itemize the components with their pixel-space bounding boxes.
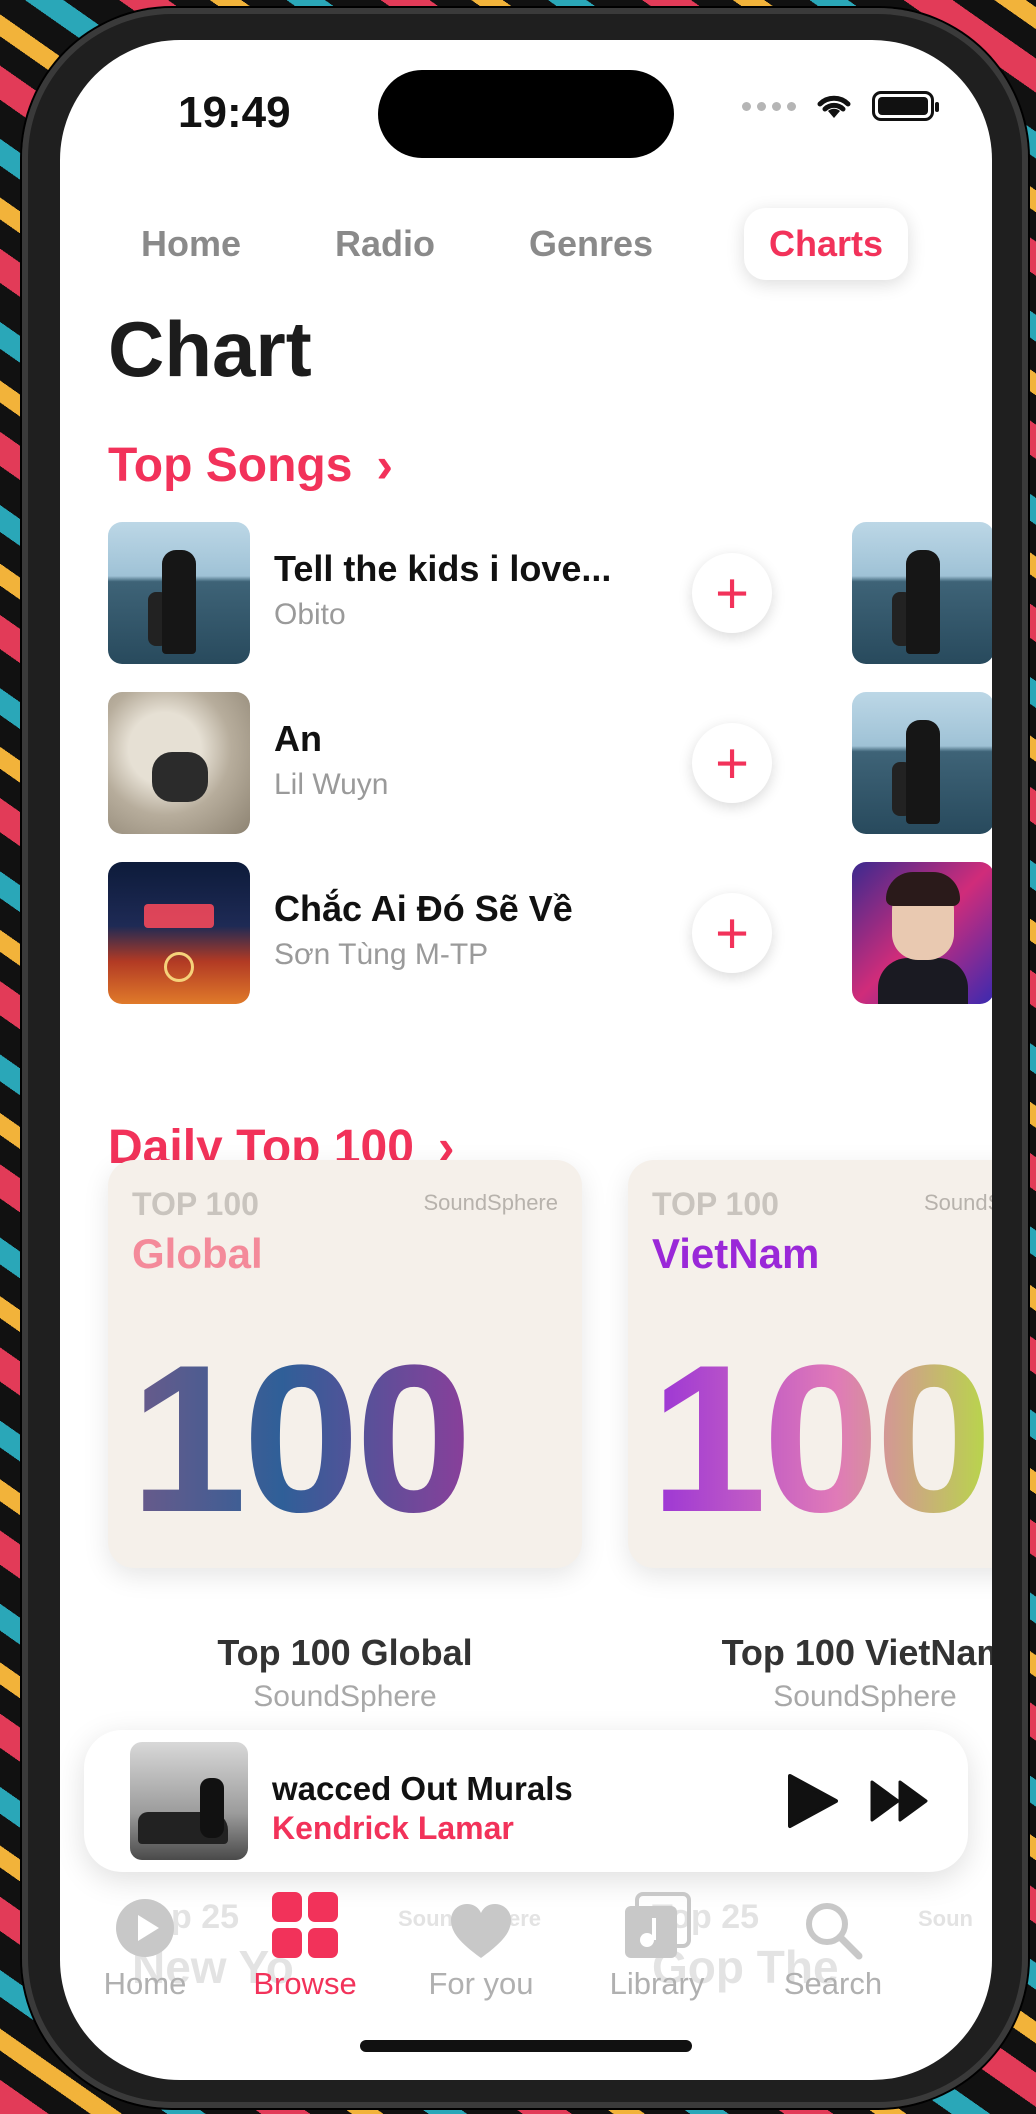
signal-icon xyxy=(742,101,796,111)
song-artist: Obito xyxy=(274,598,346,631)
battery-icon xyxy=(872,91,939,121)
tab-bar: Home Browse For you Library Search xyxy=(60,1882,992,2032)
tab-home[interactable]: Home xyxy=(116,208,266,280)
card-caption-subtitle: SoundSphere xyxy=(773,1680,957,1713)
home-indicator xyxy=(360,2040,692,2052)
play-circle-icon xyxy=(116,1899,174,1957)
play-icon[interactable] xyxy=(784,1772,840,1830)
top100-vietnam-card[interactable]: TOP 100 SoundSphere VietNam 100 xyxy=(628,1160,992,1568)
plus-icon: + xyxy=(715,560,749,626)
card-kicker: TOP 100 xyxy=(132,1186,259,1222)
card-brand: SoundSphere xyxy=(423,1190,558,1215)
tab-radio[interactable]: Radio xyxy=(310,208,460,280)
library-icon xyxy=(625,1892,691,1958)
page-title: Chart xyxy=(108,305,312,393)
song-artist: Lil Wuyn xyxy=(274,768,389,801)
card-caption-title: Top 100 VietNam xyxy=(721,1632,992,1673)
tabbar-label: Home xyxy=(103,1966,187,2001)
top-tabs: Home Radio Genres Charts xyxy=(60,208,992,280)
tabbar-label: For you xyxy=(428,1966,534,2001)
tabbar-label: Search xyxy=(783,1966,883,2001)
screen: 19:49 Home Radio Genres Charts Chart Top… xyxy=(60,40,992,2080)
dynamic-island xyxy=(378,70,674,158)
heart-icon xyxy=(451,1904,511,1958)
grid-icon xyxy=(272,1892,338,1958)
next-column-album-art[interactable] xyxy=(852,862,992,1004)
card-number: 100 xyxy=(130,1321,472,1556)
card-number: 100 xyxy=(650,1321,992,1556)
mini-player-title: wacced Out Murals xyxy=(272,1770,573,1807)
top100-global-card[interactable]: TOP 100 SoundSphere Global 100 xyxy=(108,1160,582,1568)
card-region: VietNam xyxy=(652,1230,820,1277)
album-art xyxy=(108,692,250,834)
tabbar-label: Browse xyxy=(253,1966,357,2001)
song-row[interactable]: Tell the kids i love... Obito + xyxy=(108,522,948,664)
plus-icon: + xyxy=(715,900,749,966)
fast-forward-icon[interactable] xyxy=(870,1778,930,1824)
tab-genres[interactable]: Genres xyxy=(506,208,676,280)
plus-icon: + xyxy=(715,730,749,796)
album-art xyxy=(108,862,250,1004)
top-songs-header[interactable]: Top Songs › xyxy=(108,436,393,494)
top-songs-title: Top Songs xyxy=(108,438,353,492)
card-caption-title: Top 100 Global xyxy=(217,1632,473,1673)
tabbar-browse[interactable]: Browse xyxy=(220,1882,390,2002)
card-brand: SoundSphere xyxy=(924,1190,992,1215)
next-column-album-art[interactable] xyxy=(852,692,992,834)
song-title: Tell the kids i love... xyxy=(274,548,612,589)
next-column-album-art[interactable] xyxy=(852,522,992,664)
add-button[interactable]: + xyxy=(692,893,772,973)
chevron-right-icon: › xyxy=(376,437,394,493)
tabbar-label: Library xyxy=(609,1966,705,2001)
add-button[interactable]: + xyxy=(692,723,772,803)
album-art xyxy=(108,522,250,664)
mini-player-artist: Kendrick Lamar xyxy=(272,1810,514,1846)
status-icons xyxy=(742,90,939,122)
status-time: 19:49 xyxy=(178,88,291,137)
tabbar-for-you[interactable]: For you xyxy=(396,1882,566,2002)
song-artist: Sơn Tùng M-TP xyxy=(274,938,489,971)
tab-charts[interactable]: Charts xyxy=(744,208,908,280)
card-caption: Top 100 Global SoundSphere xyxy=(108,1632,582,1714)
song-row[interactable]: Chắc Ai Đó Sẽ Về Sơn Tùng M-TP + xyxy=(108,862,948,1004)
card-region: Global xyxy=(132,1230,263,1277)
wifi-icon xyxy=(817,95,851,118)
song-title: Chắc Ai Đó Sẽ Về xyxy=(274,888,573,929)
song-row[interactable]: An Lil Wuyn + xyxy=(108,692,948,834)
song-title: An xyxy=(274,718,322,759)
add-button[interactable]: + xyxy=(692,553,772,633)
mini-player-art xyxy=(130,1742,248,1860)
search-icon xyxy=(806,1903,863,1960)
tabbar-home[interactable]: Home xyxy=(60,1882,230,2002)
tabbar-library[interactable]: Library xyxy=(572,1882,742,2002)
card-caption: Top 100 VietNam SoundSphere xyxy=(628,1632,992,1714)
card-kicker: TOP 100 xyxy=(652,1186,779,1222)
mini-player[interactable]: wacced Out Murals Kendrick Lamar xyxy=(84,1730,968,1872)
tabbar-search[interactable]: Search xyxy=(748,1882,918,2002)
card-caption-subtitle: SoundSphere xyxy=(253,1680,437,1713)
